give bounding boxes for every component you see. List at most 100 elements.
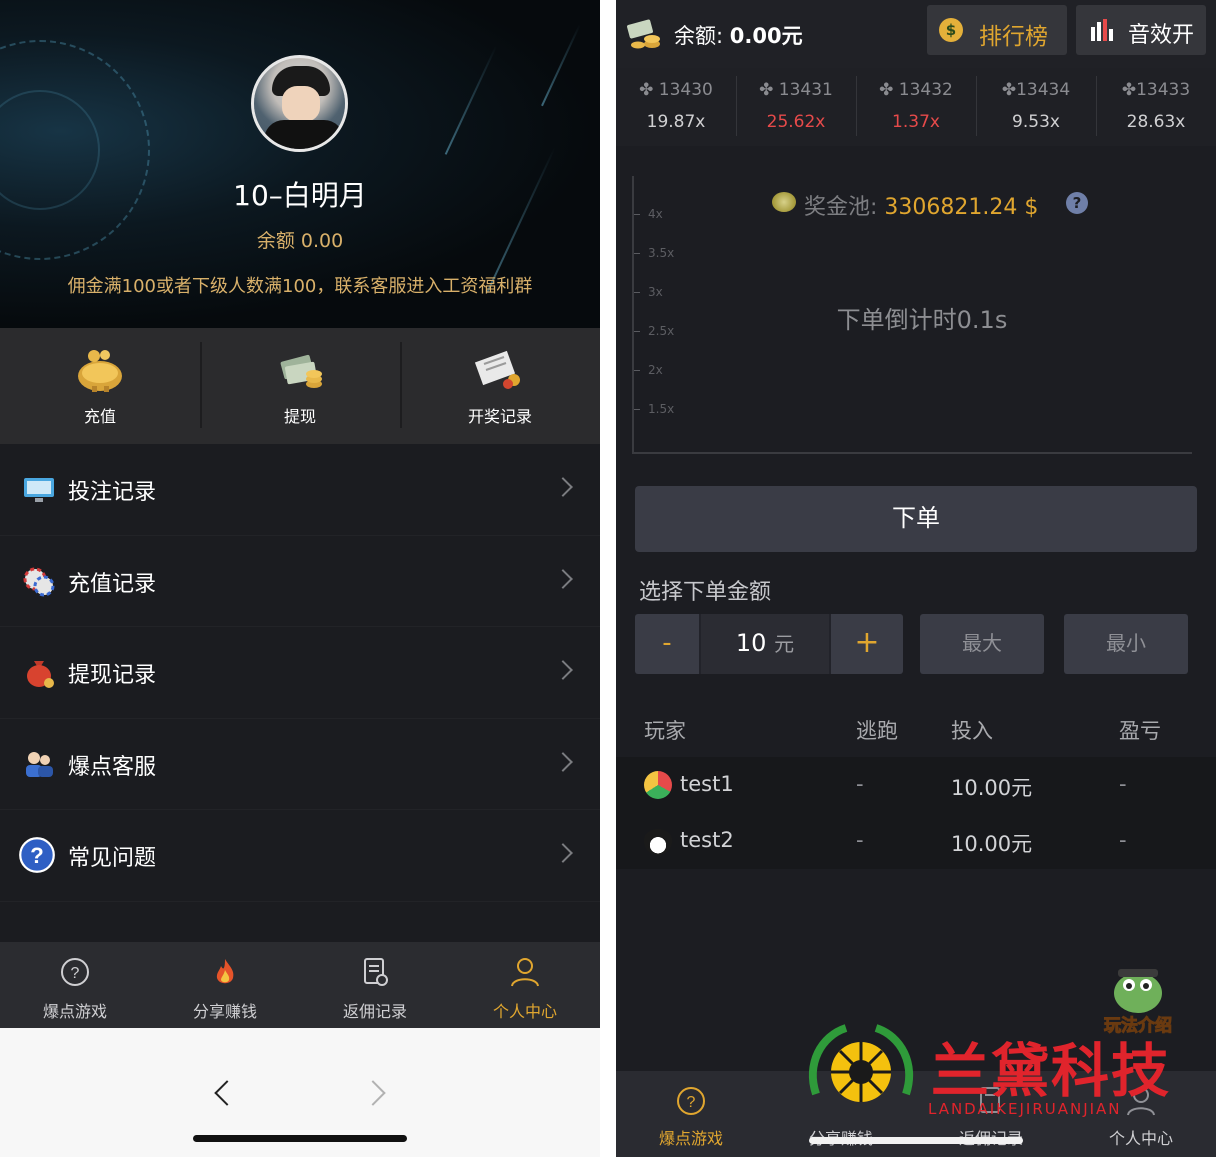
tab-profile[interactable]: 个人中心 [450,942,600,1028]
bottom-tab-bar: ? 爆点游戏 分享赚钱 返佣记录 个人中心 [0,942,600,1028]
menu-item-recharge-records[interactable]: 充值记录 [0,536,600,627]
order-countdown: 下单倒计时0.1s [836,306,1008,334]
back-arrow-icon[interactable] [214,1080,240,1106]
history-item[interactable]: ✤ 13430 19.87x [616,68,736,146]
bar-chart-icon [1091,19,1113,41]
sound-toggle-button[interactable]: 音效开 [1076,5,1206,55]
round-multiplier: 28.63x [1126,112,1186,132]
max-amount-button[interactable]: 最大 [920,614,1044,674]
table-row: test2 - 10.00元 - [616,813,1216,869]
column-header: 逃跑 [856,719,898,743]
menu-list: 投注记录 充值记录 提现记录 爆点客服 ? 常见问题 [0,444,600,902]
watermark-logo [808,1024,914,1102]
monitor-icon [24,478,54,502]
tab-game[interactable]: ? 爆点游戏 [0,942,150,1028]
amount-unit: 元 [774,632,795,656]
amount-input[interactable]: 10 元 [699,614,831,674]
coin-icon [772,192,796,212]
balance-label: 余额: [674,24,724,48]
withdraw-button[interactable]: 提现 [200,328,400,444]
question-circle-icon: ? [677,1087,705,1115]
tab-share[interactable]: 分享赚钱 [150,942,300,1028]
question-circle-icon: ? [61,958,89,986]
chevron-right-icon [553,568,573,589]
amount-section-title: 选择下单金额 [639,580,772,605]
round-id: ✤ 13430 [639,80,713,100]
round-multiplier: 25.62x [766,112,826,132]
top-bar: 余额: 0.00元 $ 排行榜 音效开 [616,0,1216,68]
profile-header: 10–白明月 余额 0.00 佣金满100或者下级人数满100，联系客服进入工资… [0,0,600,328]
profile-screen: 10–白明月 余额 0.00 佣金满100或者下级人数满100，联系客服进入工资… [0,0,600,1157]
bet-value: 10.00元 [951,776,1033,800]
tab-label: 个人中心 [1108,1129,1173,1148]
history-item[interactable]: ✤13433 28.63x [1096,68,1216,146]
piggy-bank-icon [78,350,122,392]
players-table-header: 玩家 逃跑 投入 盈亏 [616,700,1216,756]
history-item[interactable]: ✤ 13432 1.37x [856,68,976,146]
round-id: ✤13434 [1001,80,1071,100]
history-item[interactable]: ✤13434 9.53x [976,68,1096,146]
table-row: test1 - 10.00元 - [616,757,1216,813]
column-header: 盈亏 [1119,719,1161,743]
round-id: ✤13433 [1121,80,1191,100]
tab-label: 分享赚钱 [192,1002,257,1021]
help-icon[interactable]: ? [1066,192,1088,214]
balance-text: 余额 0.00 [256,230,344,252]
home-indicator [809,1137,1023,1144]
watermark-subtitle: LANDAIKEJIRUANJIAN [928,1100,1122,1118]
balance-value: 0.00元 [729,24,803,48]
y-tick-label: 3.5x [648,246,675,260]
flame-icon [216,959,234,984]
amount-value: 10 [735,629,767,657]
round-multiplier: 9.53x [1012,112,1060,132]
tab-label: 个人中心 [492,1002,557,1021]
y-tick [634,370,640,371]
menu-item-customer-service[interactable]: 爆点客服 [0,719,600,810]
decrease-button[interactable]: - [635,614,699,674]
watermark-title: 兰黛科技 [931,1037,1172,1105]
y-tick [634,253,640,254]
player-name: test1 [680,772,734,796]
forward-arrow-icon[interactable] [360,1080,386,1106]
recharge-button[interactable]: 充值 [0,328,200,444]
profit-value: - [1119,828,1127,852]
money-stack-icon [627,19,660,49]
svg-text:?: ? [71,965,80,982]
menu-item-bet-records[interactable]: 投注记录 [0,444,600,536]
balance-display: 余额: 0.00元 [674,20,803,50]
menu-item-withdraw-records[interactable]: 提现记录 [0,627,600,719]
money-bag-icon [27,661,54,688]
tab-commission[interactable]: 返佣记录 [300,942,450,1028]
leaderboard-label: 排行榜 [979,24,1048,50]
increase-button[interactable]: + [831,614,903,674]
tab-label: 返佣记录 [342,1002,407,1021]
avatar[interactable] [251,55,348,152]
lottery-record-button[interactable]: 开奖记录 [400,328,600,444]
history-item[interactable]: ✤ 13431 25.62x [736,68,856,146]
svg-text:?: ? [30,843,44,868]
avatar [644,827,672,855]
profit-value: - [1119,772,1127,796]
sound-label: 音效开 [1128,23,1195,48]
question-icon: ? [19,837,55,873]
prize-pool-value: 3306821.24 $ [884,195,1039,220]
svg-text:?: ? [687,1094,696,1111]
game-screen: 余额: 0.00元 $ 排行榜 音效开 ✤ 13430 19.87x ✤ 134… [616,0,1216,1157]
round-id: ✤ 13431 [759,80,833,100]
y-tick-label: 2x [648,363,663,377]
menu-item-faq[interactable]: ? 常见问题 [0,810,600,902]
column-header: 玩家 [644,719,686,743]
withdraw-label: 提现 [283,407,316,426]
min-amount-button[interactable]: 最小 [1064,614,1188,674]
chevron-right-icon [553,843,573,863]
dollar-coin-icon: $ [939,18,963,42]
column-header: 投入 [951,719,993,743]
tab-game[interactable]: ? 爆点游戏 [616,1071,766,1157]
chevron-right-icon [553,751,573,772]
leaderboard-button[interactable]: $ 排行榜 [927,5,1067,55]
menu-item-label: 爆点客服 [68,754,157,780]
y-tick [634,214,640,215]
menu-item-label: 常见问题 [68,846,157,871]
place-order-button[interactable]: 下单 [635,486,1197,552]
chips-icon [23,567,55,596]
